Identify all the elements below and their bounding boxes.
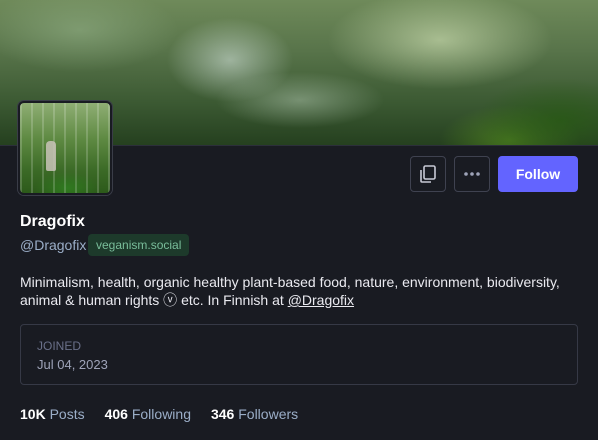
stat-following-count: 406 — [104, 406, 128, 422]
stat-following[interactable]: 406 Following — [105, 406, 191, 422]
profile-bio: Minimalism, health, organic healthy plan… — [20, 273, 580, 309]
stat-followers[interactable]: 346 Followers — [211, 406, 298, 422]
avatar-person-figure — [46, 141, 56, 171]
follow-button[interactable]: Follow — [498, 156, 578, 192]
bio-mention-link[interactable]: @Dragofix — [288, 292, 354, 308]
stat-following-label: Following — [131, 406, 191, 422]
domain-badge: veganism.social — [88, 234, 190, 256]
copy-link-button[interactable] — [410, 156, 446, 192]
copy-icon — [420, 165, 436, 183]
ellipsis-icon — [464, 172, 480, 176]
stat-posts-count: 10K — [20, 406, 46, 422]
follow-button-label: Follow — [515, 166, 561, 182]
joined-date: Jul 04, 2023 — [37, 357, 108, 372]
stat-followers-label: Followers — [238, 406, 299, 422]
account-handle: @Dragofix — [20, 237, 87, 253]
display-name: Dragofix — [20, 213, 85, 230]
joined-field: JOINED Jul 04, 2023 — [20, 324, 578, 385]
joined-label: JOINED — [37, 339, 82, 353]
more-options-button[interactable] — [454, 156, 490, 192]
stat-followers-count: 346 — [210, 406, 235, 422]
profile-stats: 10K Posts 406 Following 346 Followers — [20, 406, 318, 422]
profile-avatar[interactable] — [18, 101, 112, 195]
stat-posts-label: Posts — [49, 406, 85, 422]
stat-posts[interactable]: 10K Posts — [20, 406, 85, 422]
